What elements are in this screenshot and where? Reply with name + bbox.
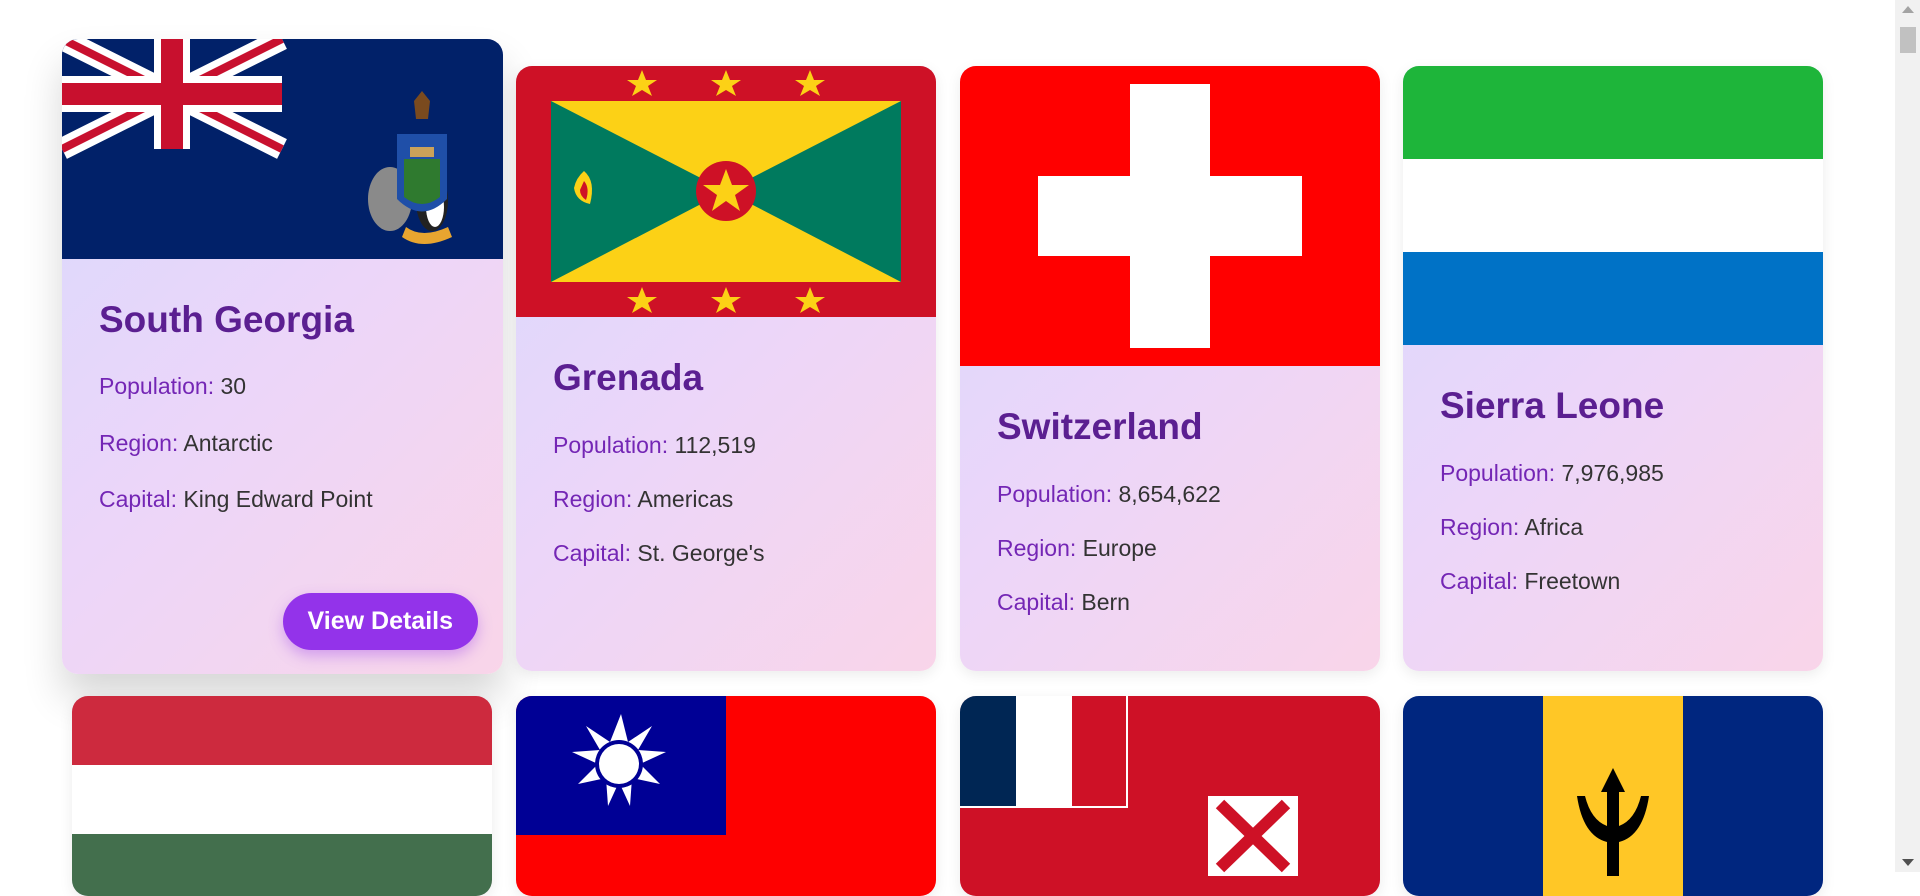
country-card[interactable]: Sierra Leone Population: 7,976,985 Regio… [1403, 66, 1823, 671]
region-label: Region: [997, 535, 1077, 561]
region-value: Americas [637, 486, 734, 512]
population-label: Population: [1440, 460, 1556, 486]
region-value: Europe [1082, 535, 1157, 561]
capital-row: Capital: King Edward Point [99, 486, 466, 513]
region-row: Region: Africa [1440, 514, 1786, 541]
population-row: Population: 7,976,985 [1440, 460, 1786, 487]
country-name: Switzerland [997, 406, 1203, 447]
population-value: 8,654,622 [1118, 481, 1221, 507]
region-value: Antarctic [183, 430, 273, 456]
population-row: Population: 112,519 [553, 432, 899, 459]
region-label: Region: [553, 486, 633, 512]
country-name: Sierra Leone [1440, 385, 1665, 426]
region-label: Region: [1440, 514, 1520, 540]
capital-label: Capital: [553, 540, 631, 566]
country-card[interactable] [72, 696, 492, 896]
population-value: 112,519 [674, 432, 756, 458]
country-card[interactable]: South Georgia Population: 30 Region: Ant… [62, 39, 503, 674]
hungary-flag-icon [72, 696, 492, 896]
switzerland-flag-icon [960, 66, 1380, 366]
population-value: 7,976,985 [1561, 460, 1664, 486]
population-label: Population: [997, 481, 1113, 507]
region-row: Region: Europe [997, 535, 1343, 562]
population-row: Population: 30 [99, 373, 466, 400]
region-row: Region: Antarctic [99, 430, 466, 457]
wallis-and-futuna-flag-icon [960, 696, 1380, 896]
view-details-button[interactable]: View Details [282, 593, 478, 650]
population-label: Population: [553, 432, 669, 458]
taiwan-flag-icon [516, 696, 936, 896]
scroll-down-arrow-icon[interactable] [1902, 859, 1914, 866]
capital-value: Bern [1081, 589, 1130, 615]
capital-value: St. George's [637, 540, 765, 566]
scroll-up-arrow-icon[interactable] [1902, 6, 1914, 13]
population-row: Population: 8,654,622 [997, 481, 1343, 508]
country-card[interactable] [960, 696, 1380, 896]
scrollbar-thumb[interactable] [1900, 27, 1916, 53]
country-card[interactable]: Grenada Population: 112,519 Region: Amer… [516, 66, 936, 671]
country-card[interactable] [516, 696, 936, 896]
region-label: Region: [99, 430, 179, 456]
south-georgia-flag-icon [62, 39, 503, 259]
barbados-flag-icon [1403, 696, 1823, 896]
sierra-leone-flag-icon [1403, 66, 1823, 345]
population-label: Population: [99, 373, 215, 399]
capital-row: Capital: St. George's [553, 540, 899, 567]
capital-label: Capital: [997, 589, 1075, 615]
region-value: Africa [1524, 514, 1584, 540]
vertical-scrollbar[interactable] [1895, 0, 1920, 872]
country-card[interactable]: Switzerland Population: 8,654,622 Region… [960, 66, 1380, 671]
country-name: Grenada [553, 357, 704, 398]
capital-label: Capital: [1440, 568, 1518, 594]
capital-value: Freetown [1524, 568, 1621, 594]
capital-row: Capital: Bern [997, 589, 1343, 616]
grenada-flag-icon [516, 66, 936, 317]
capital-label: Capital: [99, 486, 177, 512]
population-value: 30 [220, 373, 247, 399]
region-row: Region: Americas [553, 486, 899, 513]
country-name: South Georgia [99, 299, 354, 340]
capital-value: King Edward Point [183, 486, 373, 512]
capital-row: Capital: Freetown [1440, 568, 1786, 595]
country-card[interactable] [1403, 696, 1823, 896]
